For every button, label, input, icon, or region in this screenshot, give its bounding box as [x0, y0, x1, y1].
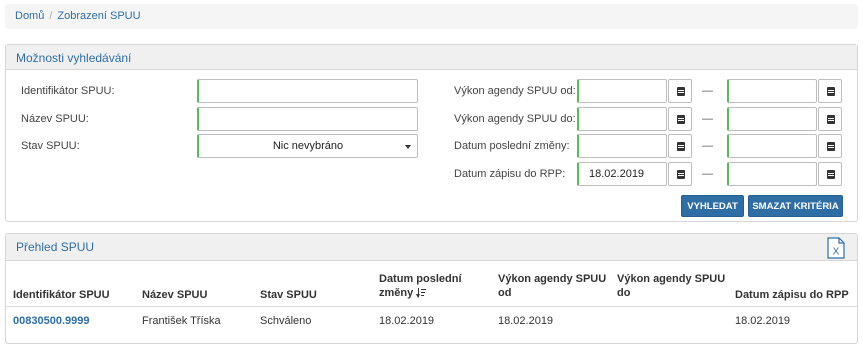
perf-from-start-calendar-button[interactable] — [668, 79, 692, 103]
row-state: Schváleno — [260, 315, 312, 327]
calendar-icon — [827, 87, 835, 96]
perf-to-end-input[interactable] — [727, 107, 817, 131]
column-header-last-change[interactable]: Datum poslední změny — [379, 272, 462, 300]
calendar-icon — [677, 170, 685, 179]
column-header-perf-from-line1: Výkon agendy SPUU — [498, 273, 607, 285]
range-dash: — — [702, 85, 713, 97]
perf-from-end-input[interactable] — [727, 79, 817, 103]
name-label: Název SPUU: — [21, 113, 89, 125]
table-header-divider — [6, 306, 857, 307]
perf-from-start-input[interactable] — [577, 79, 667, 103]
perf-to-start-calendar-button[interactable] — [668, 107, 692, 131]
overview-panel: Přehled SPUU X Identifikátor SPUU Název … — [5, 233, 858, 344]
breadcrumb-separator: / — [49, 10, 53, 22]
range-dash: — — [702, 113, 713, 125]
svg-text:X: X — [833, 247, 840, 258]
calendar-icon — [827, 170, 835, 179]
column-header-state[interactable]: Stav SPUU — [260, 288, 317, 302]
row-last-change: 18.02.2019 — [379, 315, 435, 327]
last-change-label: Datum poslední změny: — [454, 140, 570, 152]
row-perf-from: 18.02.2019 — [498, 315, 554, 327]
last-change-end-input[interactable] — [727, 134, 817, 158]
record-date-label: Datum zápisu do RPP: — [454, 168, 566, 180]
state-label: Stav SPUU: — [21, 140, 80, 152]
perf-to-end-calendar-button[interactable] — [818, 107, 842, 131]
state-select[interactable]: Nic nevybráno — [197, 134, 418, 158]
record-date-end-calendar-button[interactable] — [818, 162, 842, 186]
row-identifier-link[interactable]: 00830500.9999 — [13, 315, 89, 327]
state-select-value: Nic nevybráno — [272, 140, 344, 152]
last-change-start-input[interactable] — [577, 134, 667, 158]
calendar-icon — [677, 87, 685, 96]
range-dash: — — [702, 140, 713, 152]
column-header-perf-to-line1: Výkon agendy SPUU — [617, 273, 726, 285]
row-name: František Tříska — [142, 315, 221, 327]
perf-to-start-input[interactable] — [577, 107, 667, 131]
overview-panel-title: Přehled SPUU — [6, 234, 857, 261]
row-record-date: 18.02.2019 — [735, 315, 791, 327]
record-date-start-calendar-button[interactable] — [668, 162, 692, 186]
identifier-input[interactable] — [197, 79, 418, 103]
identifier-label: Identifikátor SPUU: — [21, 85, 115, 97]
column-header-identifier[interactable]: Identifikátor SPUU — [13, 288, 110, 302]
search-panel: Možnosti vyhledávání Identifikátor SPUU:… — [5, 44, 858, 222]
perf-from-end-calendar-button[interactable] — [818, 79, 842, 103]
calendar-icon — [827, 142, 835, 151]
calendar-icon — [677, 142, 685, 151]
range-dash: — — [702, 168, 713, 180]
calendar-icon — [677, 115, 685, 124]
clear-criteria-button[interactable]: SMAZAT KRITÉRIA — [748, 195, 843, 217]
breadcrumb-home-link[interactable]: Domů — [15, 10, 44, 22]
breadcrumb-current-link[interactable]: Zobrazení SPUU — [57, 10, 140, 22]
record-date-start-input[interactable]: 18.02.2019 — [577, 162, 667, 186]
calendar-icon — [827, 115, 835, 124]
column-header-name[interactable]: Název SPUU — [142, 288, 207, 302]
record-date-end-input[interactable] — [727, 162, 817, 186]
column-header-perf-from-line2: od — [498, 287, 512, 299]
sort-descending-icon[interactable] — [416, 288, 427, 299]
last-change-end-calendar-button[interactable] — [818, 134, 842, 158]
perf-to-label: Výkon agendy SPUU do: — [454, 113, 576, 125]
column-header-perf-to[interactable]: Výkon agendy SPUU do — [617, 272, 725, 300]
caret-down-icon — [405, 145, 411, 149]
search-panel-title: Možnosti vyhledávání — [6, 45, 857, 70]
column-header-last-change-line2: změny — [379, 287, 414, 299]
column-header-perf-from[interactable]: Výkon agendy SPUU od — [498, 272, 606, 300]
column-header-last-change-line1: Datum poslední — [379, 273, 462, 285]
column-header-record-date[interactable]: Datum zápisu do RPP — [735, 288, 849, 302]
column-header-perf-to-line2: do — [617, 287, 631, 299]
last-change-start-calendar-button[interactable] — [668, 134, 692, 158]
breadcrumb: Domů / Zobrazení SPUU — [5, 4, 858, 29]
search-button[interactable]: VYHLEDAT — [681, 195, 744, 217]
excel-export-icon[interactable]: X — [826, 237, 846, 259]
perf-from-label: Výkon agendy SPUU od: — [454, 85, 576, 97]
name-input[interactable] — [197, 107, 418, 131]
